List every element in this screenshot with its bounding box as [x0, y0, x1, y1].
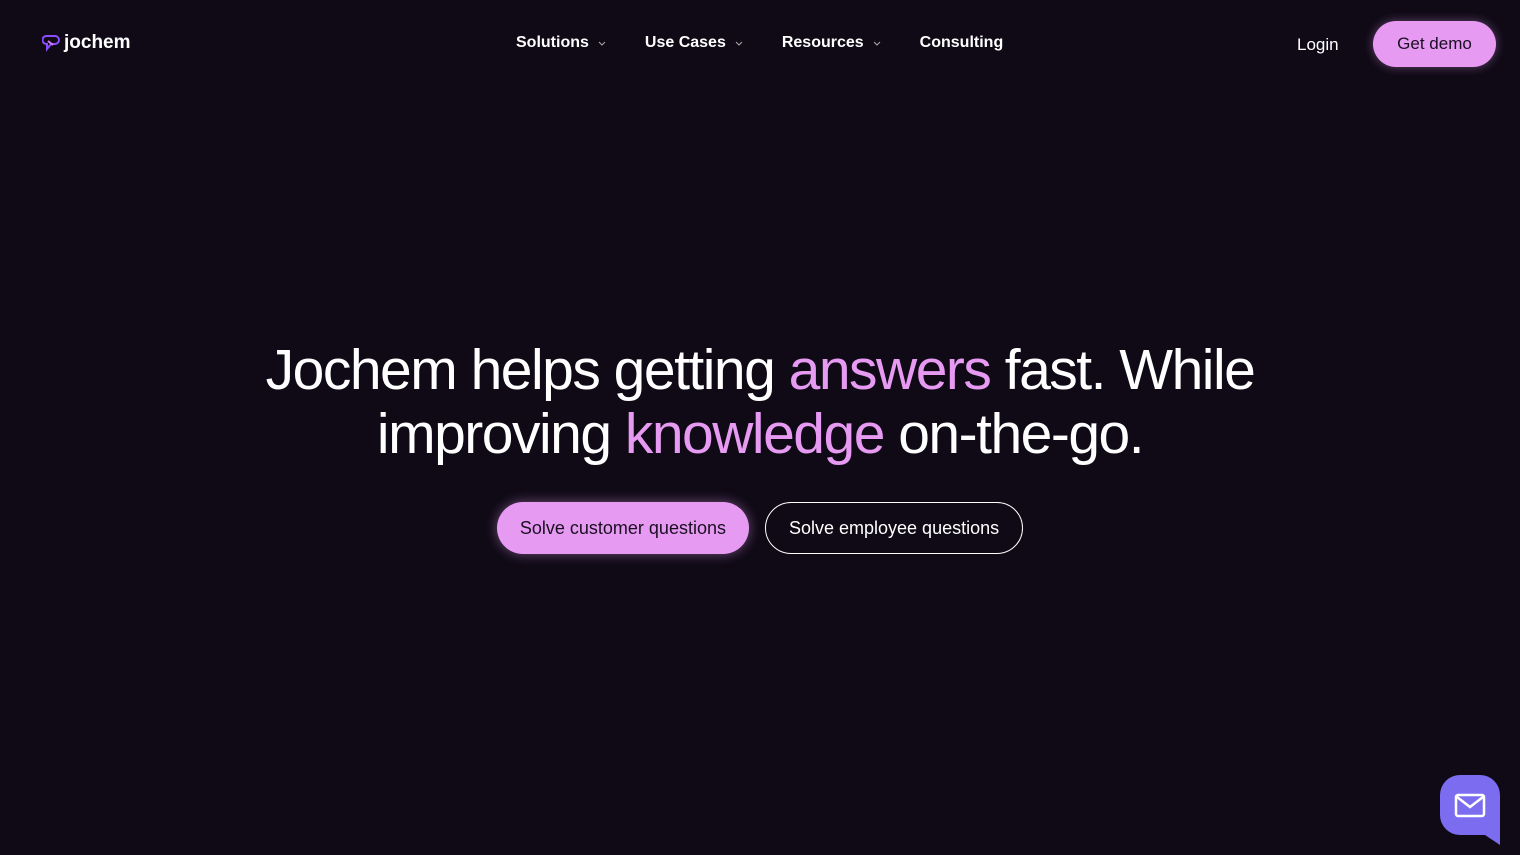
chat-button[interactable]: [1440, 775, 1500, 845]
logo-icon: [42, 35, 60, 52]
chevron-down-icon: [735, 41, 743, 46]
nav-label: Solutions: [516, 34, 589, 51]
nav-use-cases[interactable]: Use Cases: [645, 34, 744, 52]
login-link[interactable]: Login: [1297, 35, 1339, 55]
logo[interactable]: jochem: [42, 32, 131, 54]
solve-customer-questions-button[interactable]: Solve customer questions: [496, 502, 749, 554]
nav-label: Consulting: [919, 34, 1004, 51]
title-accent: knowledge: [624, 402, 886, 466]
solve-employee-questions-button[interactable]: Solve employee questions: [764, 502, 1024, 554]
chevron-down-icon: [598, 41, 606, 46]
title-part: improving: [376, 402, 625, 466]
hero-actions: Solve customer questions Solve employee …: [0, 502, 1520, 554]
title-part: fast. While: [990, 338, 1256, 402]
chevron-down-icon: [873, 41, 881, 46]
nav-label: Resources: [781, 34, 864, 51]
title-accent: answers: [788, 338, 992, 402]
main-menu: Solutions Use Cases Resources Consulting: [516, 34, 1003, 52]
hero-title: Jochem helps getting answers fast. While…: [0, 338, 1520, 466]
nav-label: Use Cases: [644, 34, 726, 51]
nav-resources[interactable]: Resources: [782, 34, 882, 52]
title-part: on-the-go.: [883, 402, 1144, 466]
nav-consulting[interactable]: Consulting: [920, 34, 1004, 52]
logo-text: jochem: [64, 32, 131, 53]
get-demo-button[interactable]: Get demo: [1373, 21, 1496, 67]
title-part: Jochem helps getting: [265, 338, 789, 402]
navbar: jochem Solutions Use Cases Resources Con…: [0, 0, 1520, 88]
nav-solutions[interactable]: Solutions: [516, 34, 607, 52]
